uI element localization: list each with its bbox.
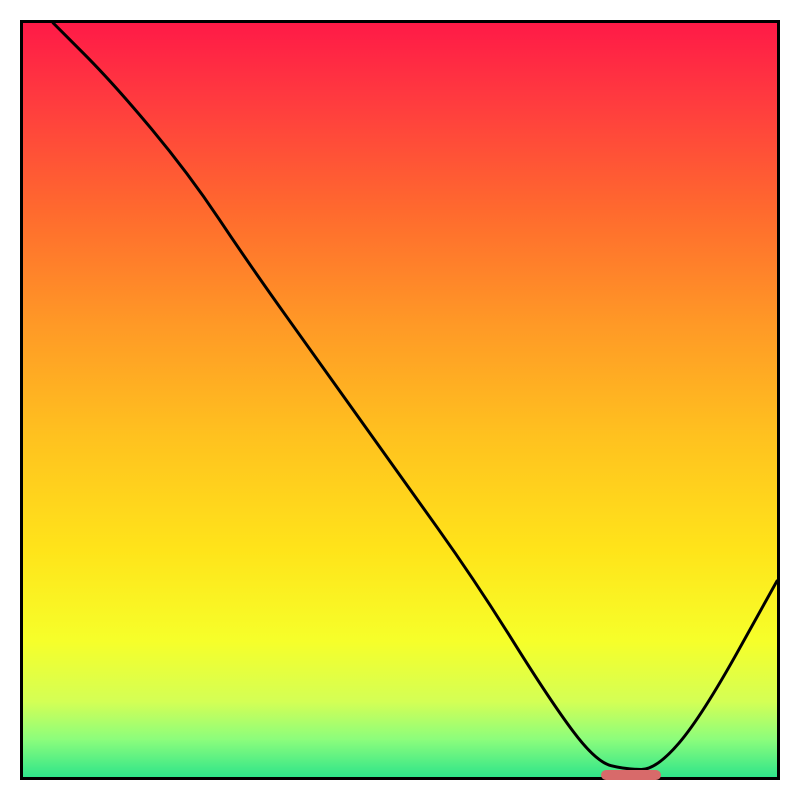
optimal-marker: [601, 770, 662, 780]
chart-frame: TheBottleneck.com: [20, 20, 780, 780]
gradient-background: [23, 23, 777, 777]
chart-plot: [23, 23, 777, 777]
